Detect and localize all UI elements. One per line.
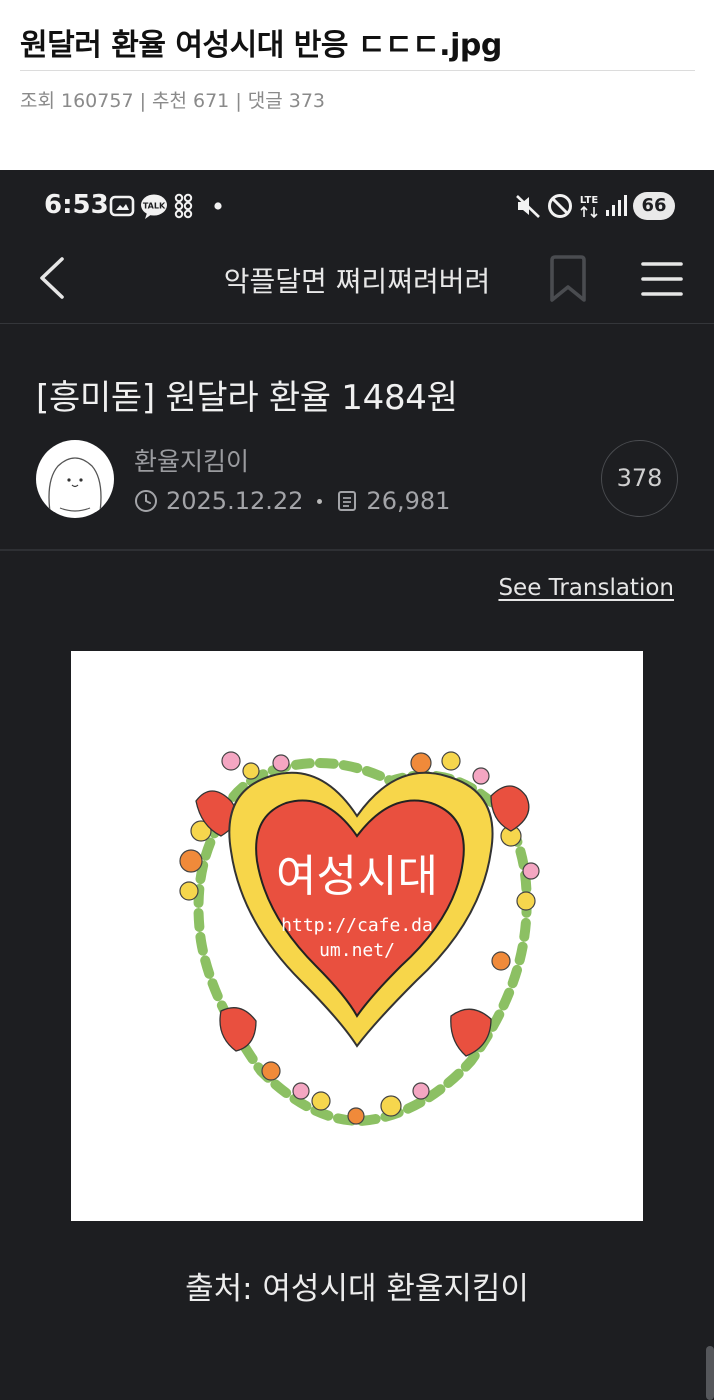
see-translation-link[interactable]: See Translation	[498, 575, 674, 601]
do-not-disturb-icon	[548, 194, 572, 218]
comment-count-button[interactable]: 378	[601, 440, 678, 517]
heart-text: 여성시대	[276, 851, 438, 902]
document-icon	[338, 491, 357, 511]
title-divider	[20, 70, 695, 71]
status-time: 6:53	[44, 190, 109, 220]
section-divider	[0, 549, 714, 551]
image-caption: 출처: 여성시대 환율지킴이	[185, 1271, 529, 1307]
mute-icon	[516, 195, 540, 218]
post-date: 2025.12.22	[166, 487, 304, 515]
scrollbar-thumb[interactable]	[706, 1346, 714, 1400]
site-header: 원달러 환율 여성시대 반응 ㄷㄷㄷ.jpg 조회 160757 | 추천 67…	[0, 0, 714, 170]
article-title: [흥미돋] 원달라 환율 1484원	[36, 378, 458, 418]
post-title: 원달러 환율 여성시대 반응 ㄷㄷㄷ.jpg	[20, 28, 502, 63]
signal-icon	[606, 195, 627, 216]
heart-url-line2: um.net/	[319, 940, 395, 961]
app-notification-icon	[174, 193, 193, 219]
post-meta: 조회 160757 | 추천 671 | 댓글 373	[20, 90, 326, 112]
heart-url-line1: http://cafe.da	[281, 915, 433, 936]
clock-icon	[135, 490, 157, 512]
cafe-title: 악플달면 쪄리쪄려버려	[223, 265, 491, 298]
lte-icon: LTE	[580, 195, 599, 219]
heart-red	[255, 799, 465, 1018]
author-name[interactable]: 환율지킴이	[134, 442, 249, 478]
menu-button[interactable]	[638, 256, 686, 302]
author-avatar[interactable]	[36, 440, 114, 518]
phone-screenshot: 6:53 TALK LTE 66 악플달면 쪄리쪄려버려 [흥미돋] 원달라 환…	[0, 170, 714, 1400]
view-count: 26,981	[366, 487, 451, 515]
screenshot-icon	[109, 195, 135, 217]
status-bar: 6:53 TALK LTE 66	[0, 170, 714, 242]
talk-bubble-icon: TALK	[140, 192, 168, 220]
menu-icon	[641, 262, 683, 296]
app-bar: 악플달면 쪄리쪄려버려	[0, 242, 714, 324]
heart-illustration: 여성시대 http://cafe.da um.net/	[179, 751, 540, 1127]
article-image[interactable]: 여성시대 http://cafe.da um.net/	[71, 651, 643, 1221]
lte-text: LTE	[580, 195, 599, 206]
meta-separator	[317, 498, 323, 504]
notification-dot-icon	[214, 202, 222, 210]
battery-indicator: 66	[633, 192, 675, 220]
bookmark-icon	[550, 255, 586, 302]
article-meta: 2025.12.22 26,981	[134, 484, 450, 518]
avatar-character-icon	[48, 457, 102, 513]
talk-badge-text: TALK	[143, 202, 166, 211]
bookmark-button[interactable]	[544, 254, 592, 304]
